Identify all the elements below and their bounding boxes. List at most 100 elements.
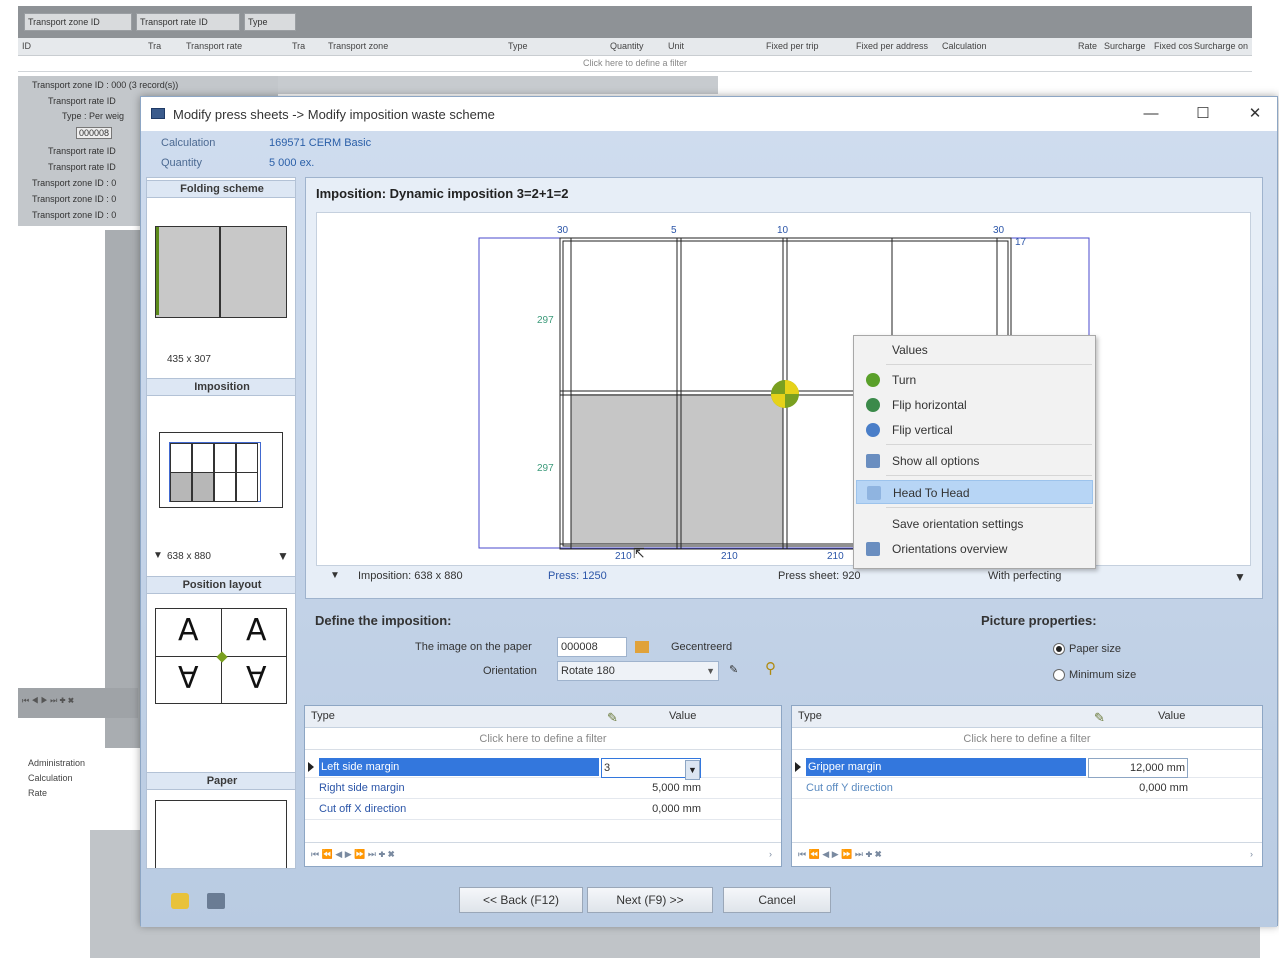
tree-node[interactable]: Transport zone ID : 0 xyxy=(32,210,116,220)
quantity-label: Quantity xyxy=(161,157,202,169)
status-perfecting: With perfecting xyxy=(988,570,1062,582)
back-button[interactable]: << Back (F12) xyxy=(459,887,583,913)
module-item[interactable]: Calculation xyxy=(28,773,73,783)
paper-preview[interactable] xyxy=(155,800,287,868)
cell-value-input[interactable]: 12,000 mm xyxy=(1088,758,1188,778)
module-item[interactable]: Rate xyxy=(28,788,47,798)
group-chip[interactable]: Transport zone ID xyxy=(24,13,132,31)
edit-icon[interactable]: ✎ xyxy=(607,710,618,726)
tree-node[interactable]: Transport zone ID : 000 (3 record(s)) xyxy=(32,80,178,90)
print-icon[interactable] xyxy=(207,893,225,909)
status-press-sheet: Press sheet: 920 xyxy=(778,570,861,582)
column-header[interactable]: Calculation xyxy=(942,41,987,51)
paper-size-radio[interactable] xyxy=(1053,643,1065,655)
dropdown-icon[interactable]: ▼ xyxy=(277,549,289,563)
column-header[interactable]: Rate xyxy=(1078,41,1097,51)
column-header[interactable]: Quantity xyxy=(610,41,644,51)
folder-icon[interactable] xyxy=(635,641,649,653)
imposition-canvas[interactable]: 30 5 10 30 17 297 297 210 210 210 ⇱ xyxy=(316,212,1251,566)
image-on-paper-input[interactable]: 000008 xyxy=(557,637,627,657)
menu-item-label: Turn xyxy=(892,373,917,387)
column-header-type[interactable]: Type xyxy=(311,710,335,722)
minimum-size-radio[interactable] xyxy=(1053,669,1065,681)
search-icon[interactable]: ⚲ xyxy=(765,659,776,677)
maximize-button[interactable]: ☐ xyxy=(1185,103,1221,125)
orientations-overview-icon xyxy=(866,542,880,556)
column-header[interactable]: Fixed per trip xyxy=(766,41,819,51)
background-filter-row[interactable]: Click here to define a filter xyxy=(18,56,1252,72)
menu-item-show-all-options[interactable]: Show all options xyxy=(856,449,1093,473)
grid-filter-row[interactable]: Click here to define a filter xyxy=(792,730,1262,750)
group-chip[interactable]: Type xyxy=(244,13,296,31)
folding-scheme-header[interactable]: Folding scheme xyxy=(147,180,295,198)
tree-node[interactable]: Transport zone ID : 0 xyxy=(32,194,116,204)
column-header-value[interactable]: Value xyxy=(669,710,696,722)
dropdown-icon[interactable]: ▼ xyxy=(1234,570,1246,584)
menu-item-flip-horizontal[interactable]: Flip horizontal xyxy=(856,393,1093,417)
expand-icon[interactable]: ▼ xyxy=(153,550,163,561)
menu-item-save-orientation[interactable]: Save orientation settings xyxy=(856,512,1093,536)
minimize-button[interactable]: — xyxy=(1133,103,1169,125)
collapse-icon[interactable]: ▼ xyxy=(330,570,340,581)
navigator-buttons[interactable]: ⏮ ⏪ ◀ ▶ ⏩ ⏭ ✚ ✖ xyxy=(798,849,882,860)
menu-item-label: Head To Head xyxy=(893,486,970,500)
window-title: Modify press sheets -> Modify imposition… xyxy=(173,107,495,122)
column-header[interactable]: Type xyxy=(508,41,528,51)
column-header[interactable]: Unit xyxy=(668,41,684,51)
column-header[interactable]: ID xyxy=(22,41,31,51)
imposition-drawing xyxy=(478,237,1090,550)
edit-icon[interactable]: ✎ xyxy=(1094,710,1105,726)
table-row[interactable]: Gripper margin 12,000 mm xyxy=(792,758,1262,778)
menu-item-label: Flip horizontal xyxy=(892,398,967,412)
column-header[interactable]: Transport rate xyxy=(186,41,242,51)
impo-cell xyxy=(192,472,214,502)
next-button[interactable]: Next (F9) >> xyxy=(587,887,713,913)
cancel-button[interactable]: Cancel xyxy=(723,887,831,913)
menu-item-values[interactable]: Values xyxy=(856,338,1093,362)
menu-item-head-to-head[interactable]: Head To Head xyxy=(856,480,1093,504)
group-chip[interactable]: Transport rate ID xyxy=(136,13,240,31)
column-header[interactable]: Fixed per address xyxy=(856,41,928,51)
menu-item-turn[interactable]: Turn xyxy=(856,368,1093,392)
column-header-value[interactable]: Value xyxy=(1158,710,1185,722)
grid-filter-row[interactable]: Click here to define a filter xyxy=(305,730,781,750)
table-row[interactable]: Cut off X direction 0,000 mm xyxy=(305,800,781,820)
cell-type: Gripper margin xyxy=(806,758,1086,776)
column-header[interactable]: Transport zone xyxy=(328,41,388,51)
imposition-header[interactable]: Imposition xyxy=(147,378,295,396)
cell-type: Cut off Y direction xyxy=(806,782,893,794)
table-row[interactable]: Cut off Y direction 0,000 mm xyxy=(792,779,1262,799)
close-button[interactable]: ✕ xyxy=(1237,103,1273,125)
table-row[interactable]: Right side margin 5,000 mm xyxy=(305,779,781,799)
module-item[interactable]: Administration xyxy=(28,758,85,768)
orientation-select[interactable]: Rotate 180 ▼ xyxy=(557,661,719,681)
dim-left: 297 xyxy=(537,463,554,474)
menu-item-flip-vertical[interactable]: Flip vertical xyxy=(856,418,1093,442)
help-icon[interactable] xyxy=(171,893,189,909)
chevron-down-icon[interactable]: ▼ xyxy=(685,760,700,780)
tree-node[interactable]: Transport rate ID xyxy=(48,162,116,172)
scroll-right-icon[interactable]: › xyxy=(1250,849,1253,859)
folding-scheme-preview[interactable] xyxy=(155,226,287,318)
pin-icon[interactable]: ✎ xyxy=(729,663,738,676)
tree-node[interactable]: 000008 xyxy=(76,127,113,139)
table-row[interactable]: Left side margin 3 ▼ xyxy=(305,758,781,780)
column-header[interactable]: Fixed cos xyxy=(1154,41,1193,51)
tree-node[interactable]: Type : Per weig xyxy=(62,111,124,121)
position-layout-preview[interactable]: A A ∀ ∀ xyxy=(155,608,287,704)
title-bar[interactable]: Modify press sheets -> Modify imposition… xyxy=(141,97,1277,131)
column-header-type[interactable]: Type xyxy=(798,710,822,722)
column-header[interactable]: Surcharge xyxy=(1104,41,1146,51)
tree-node[interactable]: Transport zone ID : 0 xyxy=(32,178,116,188)
tree-node[interactable]: Transport rate ID xyxy=(48,96,116,106)
column-header[interactable]: Tra xyxy=(148,41,161,51)
navigator-buttons[interactable]: ⏮ ⏪ ◀ ▶ ⏩ ⏭ ✚ ✖ xyxy=(311,849,395,860)
column-header[interactable]: Tra xyxy=(292,41,305,51)
position-layout-header[interactable]: Position layout xyxy=(147,576,295,594)
paper-header[interactable]: Paper xyxy=(147,772,295,790)
cell-value: 0,000 mm xyxy=(1139,782,1188,794)
tree-node[interactable]: Transport rate ID xyxy=(48,146,116,156)
menu-item-orientations-overview[interactable]: Orientations overview xyxy=(856,537,1093,561)
scroll-right-icon[interactable]: › xyxy=(769,849,772,859)
column-header[interactable]: Surcharge on xyxy=(1194,41,1248,51)
